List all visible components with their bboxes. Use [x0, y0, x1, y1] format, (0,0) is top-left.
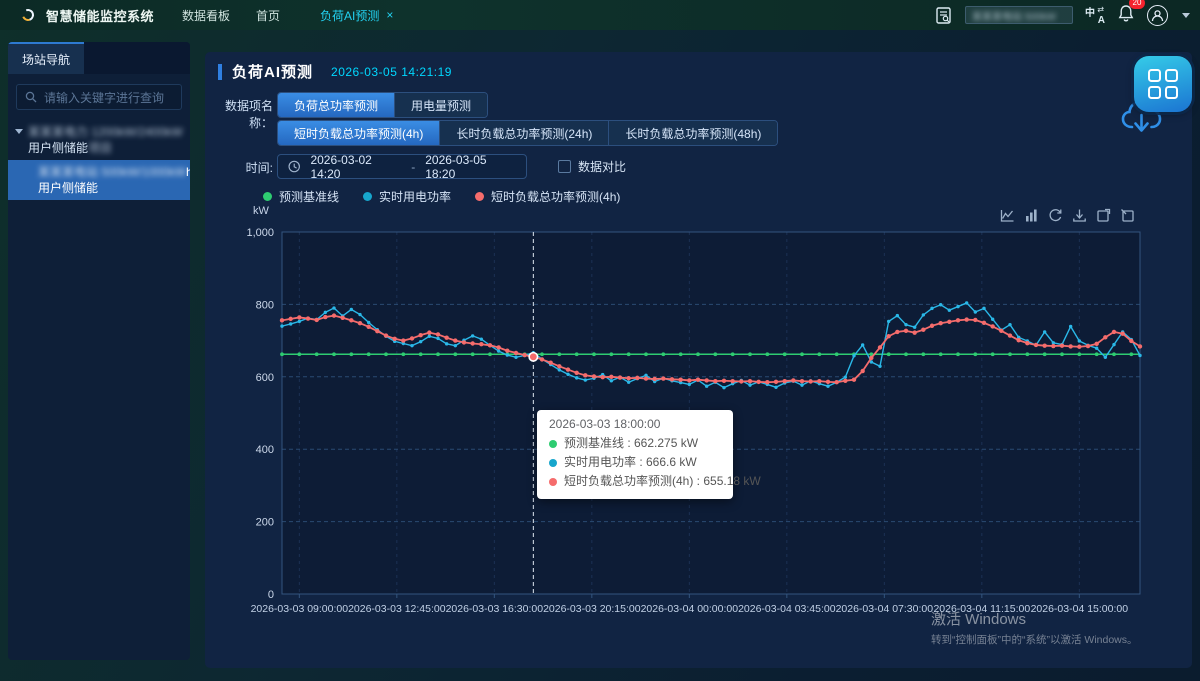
time-label: 时间:: [207, 159, 273, 176]
svg-text:0: 0: [268, 589, 274, 601]
translate-icon[interactable]: 中⇄A: [1085, 5, 1105, 25]
save-image-icon[interactable]: [1072, 208, 1087, 223]
menu-item-home[interactable]: 首页: [256, 7, 280, 24]
grid-icon: [1148, 69, 1178, 99]
clock-icon: [288, 160, 300, 173]
tab-load-ai-forecast[interactable]: 负荷AI预测 ×: [320, 7, 393, 24]
svg-text:2026-03-04 03:45:00: 2026-03-04 03:45:00: [738, 603, 836, 615]
date-separator: -: [411, 160, 415, 174]
forecast-chart[interactable]: 02004006008001,0002026-03-03 09:00:00202…: [228, 224, 1188, 629]
horizon-button-24h[interactable]: 长时负载总功率预测(24h): [440, 121, 609, 145]
org-selector[interactable]: 某某某电站 500kW: [965, 6, 1073, 24]
legend-dot-forecast: [475, 192, 484, 201]
chart-tooltip: 2026-03-03 18:00:00 预测基准线 : 662.275 kW 实…: [537, 410, 733, 499]
legend-dot-actual: [363, 192, 372, 201]
tree-expand-caret-icon[interactable]: [15, 129, 23, 134]
zoom-reset-icon[interactable]: [1120, 208, 1135, 223]
data-item-label: 数据项名称：: [207, 97, 273, 131]
svg-text:800: 800: [256, 299, 274, 311]
forecast-type-group: 负荷总功率预测 用电量预测: [277, 92, 488, 118]
windows-activation-watermark: 激活 Windows 转到“控制面板”中的“系统”以激活 Windows。: [931, 608, 1138, 647]
tooltip-row-actual: 实时用电功率 : 666.6 kW: [549, 453, 721, 472]
tree-item-project[interactable]: 某某某电力 1200kW/2400kW用户侧储能项目: [8, 120, 190, 160]
data-zoom-icon[interactable]: [1096, 208, 1111, 223]
svg-text:2026-03-03 12:45:00: 2026-03-03 12:45:00: [348, 603, 446, 615]
topbar: 智慧储能监控系统 数据看板 首页 负荷AI预测 × 某某某电站 500kW 中⇄…: [0, 0, 1200, 30]
line-chart-icon[interactable]: [1000, 208, 1015, 223]
tree-item-station-selected[interactable]: 某某某电站 500kW/1000kWh用户侧储能: [8, 160, 190, 200]
menu-item-dashboard[interactable]: 数据看板: [182, 7, 230, 24]
type-button-total-power[interactable]: 负荷总功率预测: [278, 93, 395, 117]
sidebar-tab-station-nav[interactable]: 场站导航: [8, 42, 84, 74]
legend-item-forecast[interactable]: 短时负载总功率预测(4h): [475, 188, 620, 205]
date-end: 2026-03-05 18:20: [425, 153, 516, 181]
org-name-redacted: 某某某电站 500kW: [972, 8, 1056, 23]
svg-text:600: 600: [256, 372, 274, 384]
svg-text:400: 400: [256, 444, 274, 456]
compare-toggle[interactable]: 数据对比: [558, 158, 626, 175]
date-start: 2026-03-02 14:20: [310, 153, 401, 181]
svg-text:2026-03-03 16:30:00: 2026-03-03 16:30:00: [446, 603, 544, 615]
legend-item-baseline[interactable]: 预测基准线: [263, 188, 339, 205]
title-accent-bar: [218, 64, 222, 80]
compare-checkbox[interactable]: [558, 160, 571, 173]
tooltip-row-baseline: 预测基准线 : 662.275 kW: [549, 434, 721, 453]
bar-chart-icon[interactable]: [1024, 208, 1039, 223]
svg-text:200: 200: [256, 517, 274, 529]
type-button-energy[interactable]: 用电量预测: [395, 93, 487, 117]
svg-text:2026-03-03 20:15:00: 2026-03-03 20:15:00: [543, 603, 641, 615]
svg-text:1,000: 1,000: [246, 227, 274, 239]
date-range-picker[interactable]: 2026-03-02 14:20 - 2026-03-05 18:20: [277, 154, 527, 179]
station-tree: 某某某电力 1200kW/2400kW用户侧储能项目 某某某电站 500kW/1…: [8, 120, 190, 200]
main-panel: 负荷AI预测 2026-03-05 14:21:19 数据项名称： 负荷总功率预…: [205, 52, 1192, 668]
horizon-button-48h[interactable]: 长时负载总功率预测(48h): [609, 121, 777, 145]
app-title: 智慧储能监控系统: [46, 6, 154, 25]
user-icon: [1151, 9, 1164, 22]
tooltip-row-forecast: 短时负载总功率预测(4h) : 655.18 kW: [549, 472, 721, 491]
user-menu-caret-icon[interactable]: [1182, 13, 1190, 18]
chart-legend: 预测基准线 实时用电功率 短时负载总功率预测(4h): [263, 188, 620, 205]
tab-close-icon[interactable]: ×: [386, 8, 393, 22]
svg-text:2026-03-04 07:30:00: 2026-03-04 07:30:00: [836, 603, 934, 615]
station-search-input[interactable]: 请输入关键字进行查询: [16, 84, 182, 110]
y-axis-unit: kW: [253, 205, 269, 217]
restore-icon[interactable]: [1048, 208, 1063, 223]
search-placeholder: 请输入关键字进行查询: [44, 89, 164, 106]
notifications[interactable]: 20: [1117, 4, 1135, 26]
svg-text:2026-03-03 09:00:00: 2026-03-03 09:00:00: [251, 603, 349, 615]
avatar[interactable]: [1147, 5, 1168, 26]
tooltip-time: 2026-03-03 18:00:00: [549, 417, 721, 431]
legend-dot-baseline: [263, 192, 272, 201]
legend-item-actual[interactable]: 实时用电功率: [363, 188, 451, 205]
horizon-group: 短时负载总功率预测(4h) 长时负载总功率预测(24h) 长时负载总功率预测(4…: [277, 120, 778, 146]
tab-label: 负荷AI预测: [320, 7, 379, 24]
station-sidebar: 场站导航 请输入关键字进行查询 某某某电力 1200kW/2400kW用户侧储能…: [8, 42, 190, 660]
page-title: 负荷AI预测: [232, 61, 313, 82]
notification-badge: 20: [1129, 0, 1145, 9]
page-timestamp: 2026-03-05 14:21:19: [331, 65, 452, 79]
compare-label: 数据对比: [578, 158, 626, 175]
horizon-button-4h[interactable]: 短时负载总功率预测(4h): [278, 121, 440, 145]
quick-menu-button[interactable]: [1134, 56, 1192, 112]
report-icon[interactable]: [934, 6, 953, 25]
search-icon: [25, 91, 37, 103]
app-logo-icon: [18, 5, 38, 25]
chart-toolbox: [1000, 208, 1135, 223]
svg-text:2026-03-04 00:00:00: 2026-03-04 00:00:00: [641, 603, 739, 615]
